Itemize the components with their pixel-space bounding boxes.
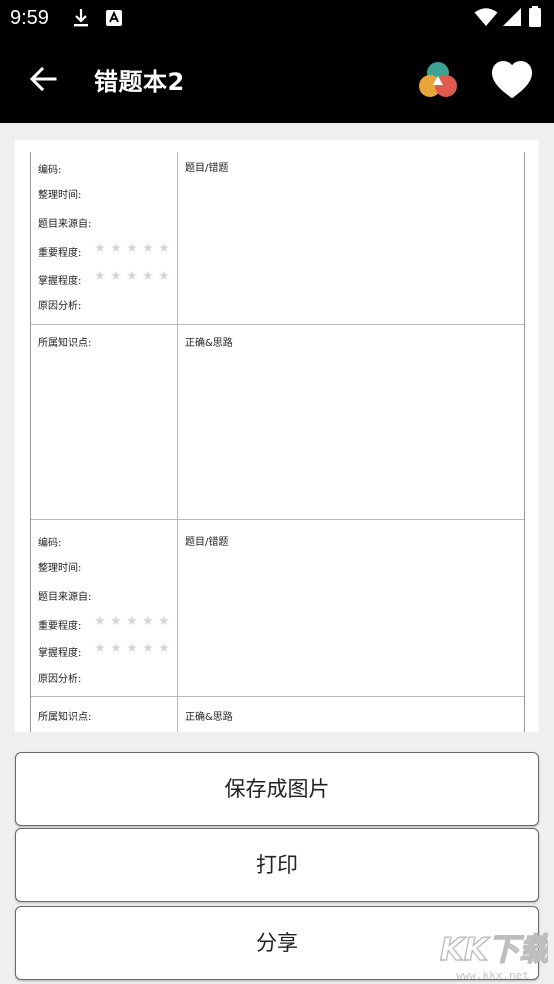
star-icon: ★ xyxy=(142,241,154,256)
time-label: 整理时间: xyxy=(38,563,82,574)
knowledge-column xyxy=(31,325,178,519)
mastery-label: 掌握程度: ★ ★ ★ ★ ★ xyxy=(38,269,170,287)
share-button[interactable]: 分享 xyxy=(15,906,539,980)
question-title: 题目/错题 xyxy=(185,163,229,174)
sheet-preview[interactable]: 编码: 整理时间: 题目来源自: 重要程度: ★ ★ ★ ★ ★ 掌握程度: ★ ★ ★ ★ ★… xyxy=(15,140,539,732)
source-label: 题目来源自: xyxy=(38,592,92,603)
reason-label: 原因分析: xyxy=(38,674,82,685)
question-block: 编码: 整理时间: 题目来源自: 重要程度: ★ ★ ★ ★ ★ 掌握程度: ★ ★ ★ ★ ★… xyxy=(31,152,524,325)
reason-label: 原因分析: xyxy=(38,301,82,312)
page-title: 错题本2 xyxy=(94,68,185,96)
answer-title: 正确&思路 xyxy=(185,712,233,723)
knowledge-label: 所属知识点: xyxy=(38,712,92,723)
code-label: 编码: xyxy=(38,165,62,176)
star-icon: ★ xyxy=(142,641,154,656)
save-image-button[interactable]: 保存成图片 xyxy=(15,752,539,826)
star-icon: ★ xyxy=(110,641,122,656)
star-icon: ★ xyxy=(126,241,138,256)
app-bar: 错题本2 xyxy=(0,38,554,123)
print-button[interactable]: 打印 xyxy=(15,828,539,902)
back-arrow-icon[interactable] xyxy=(26,62,60,96)
battery-icon xyxy=(529,6,541,27)
importance-rating: ★ ★ ★ ★ ★ xyxy=(94,614,174,629)
question-block: 编码: 整理时间: 题目来源自: 重要程度: ★ ★ ★ ★ ★ 掌握程度: ★ ★ ★ ★ ★… xyxy=(31,520,524,697)
star-icon: ★ xyxy=(94,241,106,256)
star-icon: ★ xyxy=(110,614,122,629)
star-icon: ★ xyxy=(126,269,138,284)
star-icon: ★ xyxy=(158,614,170,629)
knowledge-block: 所属知识点: 正确&思路 xyxy=(31,697,524,732)
star-icon: ★ xyxy=(110,269,122,284)
answer-title: 正确&思路 xyxy=(185,338,233,349)
star-icon: ★ xyxy=(94,641,106,656)
star-icon: ★ xyxy=(126,641,138,656)
download-icon xyxy=(74,9,88,27)
status-bar: 9:59 xyxy=(0,0,554,38)
star-icon: ★ xyxy=(158,241,170,256)
question-title: 题目/错题 xyxy=(185,537,229,548)
keyboard-a-icon xyxy=(106,10,122,26)
time-label: 整理时间: xyxy=(38,190,82,201)
star-icon: ★ xyxy=(142,269,154,284)
status-time: 9:59 xyxy=(10,7,49,29)
importance-rating: ★ ★ ★ ★ ★ xyxy=(94,241,174,256)
knowledge-label: 所属知识点: xyxy=(38,338,92,349)
error-sheet: 编码: 整理时间: 题目来源自: 重要程度: ★ ★ ★ ★ ★ 掌握程度: ★ ★ ★ ★ ★… xyxy=(30,152,525,732)
color-circles-icon[interactable] xyxy=(416,60,460,100)
importance-label: 重要程度: ★ ★ ★ ★ ★ xyxy=(38,614,170,632)
star-icon: ★ xyxy=(126,614,138,629)
star-icon: ★ xyxy=(94,614,106,629)
source-label: 题目来源自: xyxy=(38,219,92,230)
signal-icon xyxy=(503,8,521,26)
star-icon: ★ xyxy=(94,269,106,284)
mastery-rating: ★ ★ ★ ★ ★ xyxy=(94,269,174,284)
wifi-icon xyxy=(474,8,498,26)
knowledge-block: 所属知识点: 正确&思路 xyxy=(31,325,524,520)
mastery-label: 掌握程度: ★ ★ ★ ★ ★ xyxy=(38,641,170,659)
star-icon: ★ xyxy=(110,241,122,256)
importance-label: 重要程度: ★ ★ ★ ★ ★ xyxy=(38,241,170,259)
mastery-rating: ★ ★ ★ ★ ★ xyxy=(94,641,174,656)
code-label: 编码: xyxy=(38,538,62,549)
star-icon: ★ xyxy=(142,614,154,629)
star-icon: ★ xyxy=(158,641,170,656)
star-icon: ★ xyxy=(158,269,170,284)
heart-icon[interactable] xyxy=(490,60,534,100)
